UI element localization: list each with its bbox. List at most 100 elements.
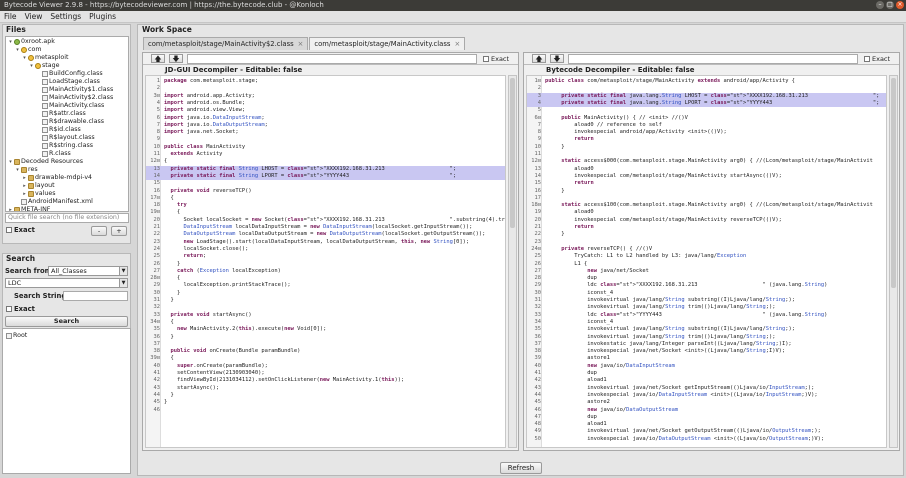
search-button[interactable]: Search [5, 316, 128, 327]
quick-search-exact-checkbox[interactable]: Exact [6, 226, 35, 234]
tree-item[interactable]: MainActivity$1.class [36, 86, 113, 94]
tab-mainactivity[interactable]: com/metasploit/stage/MainActivity.class × [309, 37, 466, 50]
line-number: 41 [534, 370, 542, 376]
code-line: 22 DataOutputStream localDataOutputStrea… [146, 231, 505, 238]
tree-item[interactable]: ▸ values [22, 190, 55, 198]
tree-item[interactable]: ▾ Decoded Resources [8, 158, 83, 166]
results-root-item[interactable]: Root [6, 332, 27, 340]
line-number: 32 [153, 304, 161, 311]
search-type-select[interactable]: LDC ▼ [5, 278, 128, 288]
search-string-input[interactable] [63, 291, 128, 301]
pane-exact-checkbox[interactable]: Exact [483, 55, 509, 63]
maximize-icon[interactable]: □ [886, 1, 894, 9]
expand-button[interactable]: + [111, 226, 127, 236]
file-icon [42, 87, 48, 93]
expand-toggle-icon[interactable]: ▸ [22, 190, 27, 198]
code-line: 41 dup [527, 370, 886, 377]
pane-title: Bytecode Decompiler - Editable: false [546, 66, 695, 74]
tree-item[interactable]: MainActivity$2.class [36, 94, 113, 102]
code-line: 38 invokespecial java/net/Socket <init>(… [527, 348, 886, 355]
expand-toggle-icon[interactable]: ▾ [22, 54, 27, 62]
minimize-icon[interactable]: – [876, 1, 884, 9]
menu-file[interactable]: File [4, 11, 17, 22]
line-number: 39⊟ [150, 355, 160, 362]
close-tab-icon[interactable]: × [298, 40, 304, 48]
window-controls: – □ × [876, 1, 904, 9]
tree-item[interactable]: MainActivity.class [36, 102, 104, 110]
line-number: 43 [153, 384, 161, 391]
menu-settings[interactable]: Settings [50, 11, 81, 22]
tree-item[interactable]: ▸ layout [22, 182, 55, 190]
vertical-scrollbar[interactable] [508, 75, 517, 448]
expand-toggle-icon[interactable]: ▾ [8, 38, 13, 46]
line-text: } [545, 187, 565, 194]
search-results-tree[interactable]: Root [2, 328, 131, 474]
expand-toggle-icon[interactable]: ▾ [15, 166, 20, 174]
tree-item[interactable]: R$string.class [36, 142, 93, 150]
tree-item[interactable]: ▸ META-INF [8, 206, 50, 211]
search-from-value: All_Classes [51, 267, 87, 275]
line-number: 33 [534, 311, 542, 318]
next-arrow-icon[interactable]: 🡇 [550, 54, 564, 63]
workspace-title: Work Space [142, 25, 192, 34]
pane-search-input[interactable] [187, 54, 477, 64]
close-icon[interactable]: × [896, 1, 904, 9]
tree-item[interactable]: ▸ drawable-mdpi-v4 [22, 174, 92, 182]
expand-toggle-icon[interactable]: ▸ [22, 182, 27, 190]
expand-toggle-icon[interactable]: ▸ [8, 206, 13, 211]
code-editor[interactable]: 1⊟ public class com/metasploit/stage/Main… [526, 75, 887, 448]
search-from-select[interactable]: All_Classes ▼ [48, 266, 128, 276]
pkg-icon [21, 47, 27, 53]
next-arrow-icon[interactable]: 🡇 [169, 54, 183, 63]
line-text: package com.metasploit.stage; [164, 78, 259, 84]
scroll-thumb[interactable] [510, 78, 515, 228]
expand-toggle-icon[interactable]: ▸ [22, 174, 27, 182]
tab-label: com/metasploit/stage/MainActivity.class [314, 40, 451, 48]
close-tab-icon[interactable]: × [454, 40, 460, 48]
tree-item[interactable]: ▾ 0xroot.apk [8, 38, 55, 46]
tree-item[interactable]: R.class [36, 150, 71, 158]
code-line: 12⊟ static access$000(com.metasploit.sta… [527, 158, 886, 165]
quick-file-search-input[interactable]: Quick file search (no file extension) [5, 213, 129, 223]
menu-plugins[interactable]: Plugins [89, 11, 116, 22]
collapse-button[interactable]: - [91, 226, 107, 236]
tree-item[interactable]: R$drawable.class [36, 118, 104, 126]
tree-item[interactable]: ▾ stage [29, 62, 59, 70]
scroll-thumb[interactable] [891, 78, 896, 288]
code-editor[interactable]: 1 package com.metasploit.stage; 2 3⊟ import … [145, 75, 506, 448]
tree-item[interactable]: BuildConfig.class [36, 70, 103, 78]
code-line: 14 private static final String LPORT = c… [146, 172, 505, 180]
pane-search-input[interactable] [568, 54, 858, 64]
expand-toggle-icon[interactable]: ▾ [15, 46, 20, 54]
exact-label: Exact [14, 226, 35, 234]
tree-item[interactable]: LoadStage.class [36, 78, 100, 86]
file-tree[interactable]: ▾ 0xroot.apk ▾ com ▾ metasploit ▾ stage BuildCon… [5, 36, 129, 212]
menu-view[interactable]: View [25, 11, 43, 22]
tree-item[interactable]: R$id.class [36, 126, 81, 134]
code-line: 33 private void startAsync() [146, 312, 505, 319]
vertical-scrollbar[interactable] [889, 75, 898, 448]
prev-arrow-icon[interactable]: 🡅 [532, 54, 546, 63]
expand-toggle-icon[interactable]: ▾ [29, 62, 34, 70]
line-number: 34⊟ [150, 318, 160, 325]
search-type-value: LDC [8, 279, 22, 287]
code-line: 16 } [527, 188, 886, 195]
code-line: 11 extends Activity [146, 151, 505, 158]
tree-item[interactable]: AndroidManifest.xml [15, 198, 93, 206]
tree-item[interactable]: ▾ res [15, 166, 38, 174]
tree-item[interactable]: ▾ com [15, 46, 41, 54]
tree-item[interactable]: R$attr.class [36, 110, 86, 118]
tree-item-label: R$string.class [49, 142, 94, 149]
prev-arrow-icon[interactable]: 🡅 [151, 54, 165, 63]
tab-mainactivity-2[interactable]: com/metasploit/stage/MainActivity$2.clas… [143, 37, 309, 50]
code-line: 35 new MainActivity.2(this).execute(new … [146, 326, 505, 333]
pane-exact-checkbox[interactable]: Exact [864, 55, 890, 63]
line-text: aload0 // reference to self [545, 121, 662, 128]
expand-toggle-icon[interactable]: ▾ [8, 158, 13, 166]
checkbox-icon [483, 56, 489, 62]
tree-item[interactable]: ▾ metasploit [22, 54, 68, 62]
search-exact-checkbox[interactable]: Exact [6, 305, 35, 313]
refresh-button[interactable]: Refresh [500, 462, 542, 474]
results-root-label: Root [13, 332, 28, 339]
tree-item[interactable]: R$layout.class [36, 134, 95, 142]
